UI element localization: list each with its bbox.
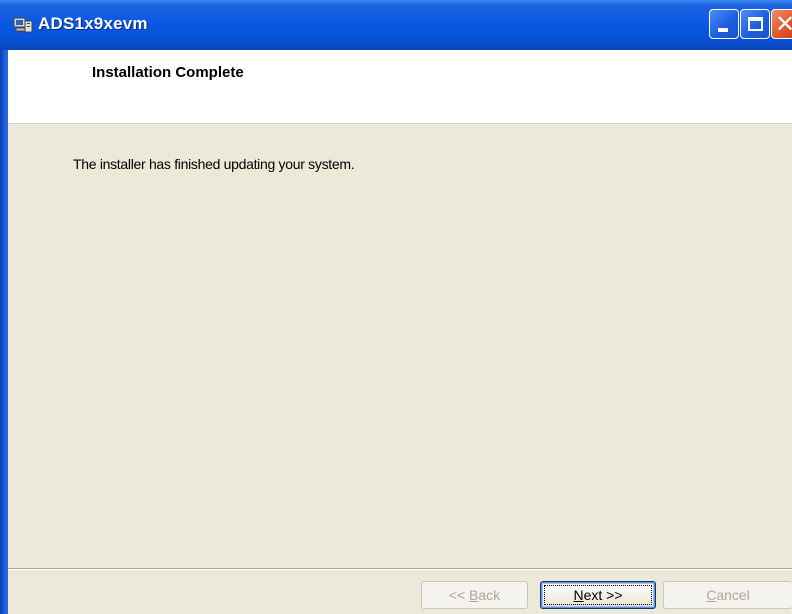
installer-window: ADS1x9xevm ✕ Installation Complete The i…	[0, 0, 792, 614]
cancel-button-label-rest: ancel	[716, 587, 750, 603]
back-button-mnemonic: B	[469, 587, 479, 603]
minimize-button[interactable]	[709, 9, 739, 39]
title-bar[interactable]: ADS1x9xevm ✕	[0, 0, 792, 50]
cancel-button[interactable]: Cancel	[663, 581, 792, 609]
cancel-button-label: Cancel	[706, 587, 750, 603]
window-left-border	[0, 50, 8, 614]
cancel-button-mnemonic: C	[706, 587, 717, 603]
page-title: Installation Complete	[92, 64, 244, 81]
window-title: ADS1x9xevm	[38, 14, 148, 33]
installer-computer-icon	[13, 17, 33, 33]
minimize-icon	[718, 28, 728, 32]
focus-rectangle	[544, 585, 652, 605]
banner-divider	[8, 123, 792, 124]
completion-message: The installer has finished updating your…	[73, 156, 355, 172]
footer-divider	[8, 568, 792, 570]
close-button[interactable]: ✕	[771, 9, 792, 39]
close-icon: ✕	[775, 10, 792, 38]
next-button[interactable]: Next >>	[540, 581, 656, 609]
header-banner: Installation Complete	[8, 50, 792, 123]
back-button-prefix: <<	[448, 587, 470, 603]
back-button[interactable]: << Back	[421, 581, 528, 609]
back-button-label: ack	[478, 587, 501, 603]
maximize-button[interactable]	[740, 9, 770, 39]
maximize-icon	[748, 17, 763, 31]
